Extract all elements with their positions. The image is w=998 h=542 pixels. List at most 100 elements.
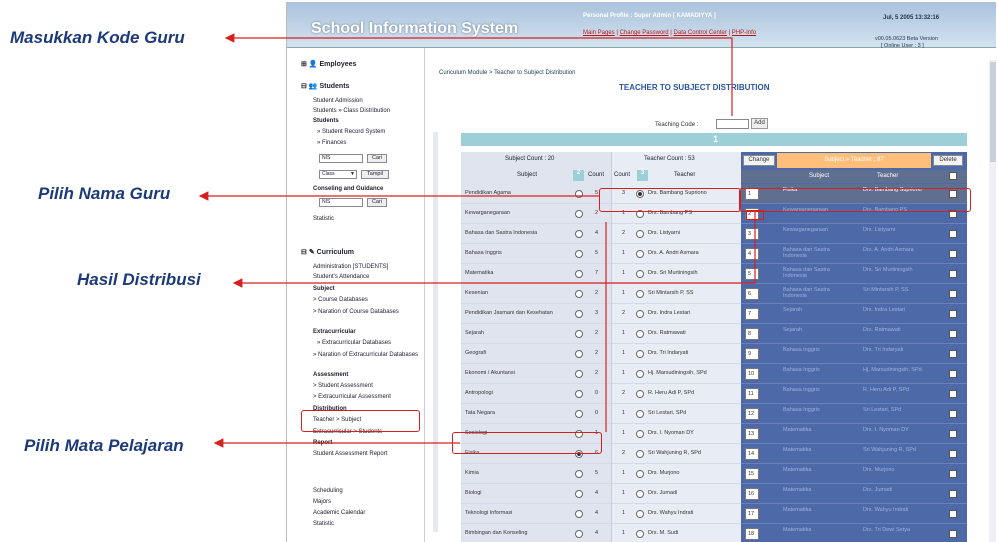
row-checkbox[interactable]	[949, 490, 957, 498]
sidebar-item-finances[interactable]: » Finances	[317, 140, 346, 146]
teacher-row[interactable]: 1 Drs. Sri Murtiningsih	[612, 264, 742, 284]
teacher-radio[interactable]	[636, 270, 644, 278]
sidebar-item-record-system[interactable]: » Student Record System	[317, 129, 385, 135]
teacher-row[interactable]: 1 Drs. A. Andri Asmara	[612, 244, 742, 264]
sidebar-item-statistic[interactable]: Statistic	[313, 216, 334, 222]
teacher-row[interactable]: 2 R. Heru Adi P, SPd	[612, 384, 742, 404]
link-php-info[interactable]: PHP-Info	[732, 30, 756, 36]
sidebar-item-narration-course[interactable]: > Naration of Course Databases	[313, 308, 401, 316]
teacher-row[interactable]: 1 Drs. Wahyu Indrati	[612, 504, 742, 524]
subject-row[interactable]: Matematika 7	[461, 264, 611, 284]
subject-radio[interactable]	[575, 310, 583, 318]
teacher-row[interactable]: 1 Drs. Bambang PS	[612, 204, 742, 224]
teaching-code-input[interactable]	[716, 119, 749, 129]
teacher-radio[interactable]	[636, 490, 644, 498]
subject-row[interactable]: Teknologi Informasi 4	[461, 504, 611, 524]
distribution-row[interactable]: 12 Bahasa Inggris Sri Lestari, SPd	[741, 404, 967, 424]
row-number-input[interactable]: 7	[745, 308, 759, 320]
distribution-row[interactable]: 17 Matematika Drs. Wahyu Indrati	[741, 504, 967, 524]
subject-row[interactable]: Biologi 4	[461, 484, 611, 504]
subject-radio[interactable]	[575, 430, 583, 438]
teacher-radio[interactable]	[636, 210, 644, 218]
teacher-radio[interactable]	[636, 310, 644, 318]
teacher-radio[interactable]	[636, 190, 644, 198]
sidebar-item-extra-databases[interactable]: » Extracurricular Databases	[317, 340, 391, 346]
subject-radio[interactable]	[575, 290, 583, 298]
subject-row[interactable]: Ekonomi / Akuntansi 2	[461, 364, 611, 384]
subject-row[interactable]: Antropologi 0	[461, 384, 611, 404]
subject-radio[interactable]	[575, 270, 583, 278]
subject-radio[interactable]	[575, 530, 583, 538]
row-number-input[interactable]: 14	[745, 448, 759, 460]
sidebar-item-class-distribution[interactable]: Students » Class Distribution	[313, 108, 390, 114]
row-checkbox[interactable]	[949, 450, 957, 458]
subject-row[interactable]: Geografi 2	[461, 344, 611, 364]
sidebar-item-student-admission[interactable]: Student Admission	[313, 98, 363, 104]
row-number-input[interactable]: 10	[745, 368, 759, 380]
sidebar-curriculum[interactable]: ⊟ ✎ Curriculum	[301, 248, 354, 256]
row-number-input[interactable]: 17	[745, 508, 759, 520]
subject-radio[interactable]	[575, 370, 583, 378]
subject-row[interactable]: Fisika 6	[461, 444, 611, 464]
distribution-row[interactable]: 13 Matematika Drs. I. Nyoman DY	[741, 424, 967, 444]
distribution-row[interactable]: 15 Matematika Drs. Murjono	[741, 464, 967, 484]
row-number-input[interactable]: 15	[745, 468, 759, 480]
change-button[interactable]: Change	[743, 155, 775, 166]
subject-row[interactable]: Bahasa dan Sastra Indonesia 4	[461, 224, 611, 244]
distribution-row[interactable]: 4 Bahasa dan Sastra Indonesia Drs. A. Andr…	[741, 244, 967, 264]
sidebar-item-administration[interactable]: Administration [STUDENTS]	[313, 264, 388, 270]
teacher-radio[interactable]	[636, 250, 644, 258]
tampil-button[interactable]: Tampil	[361, 170, 389, 179]
row-checkbox[interactable]	[949, 190, 957, 198]
class-select[interactable]: Class ▼	[319, 170, 357, 179]
teacher-row[interactable]: 1 Sri Lestari, SPd	[612, 404, 742, 424]
distribution-row[interactable]: 9 Bahasa Inggris Drs. Tri Indaryati	[741, 344, 967, 364]
row-checkbox[interactable]	[949, 270, 957, 278]
sidebar-item-extra-students[interactable]: Extracurricular > Students	[313, 429, 382, 435]
subject-row[interactable]: Sosiologi 1	[461, 424, 611, 444]
subject-row[interactable]: Tata Negara 0	[461, 404, 611, 424]
row-number-input[interactable]: 11	[745, 388, 759, 400]
teacher-radio[interactable]	[636, 450, 644, 458]
teacher-row[interactable]: 2 Drs. Indra Lestari	[612, 304, 742, 324]
distribution-row[interactable]: 5 Bahasa dan Sastra Indonesia Drs. Sri Mur…	[741, 264, 967, 284]
cari-button[interactable]: Cari	[367, 154, 387, 163]
link-change-password[interactable]: Change Password	[620, 30, 669, 36]
subject-row[interactable]: Bahasa Inggris 5	[461, 244, 611, 264]
subject-radio[interactable]	[575, 390, 583, 398]
row-number-input[interactable]: 5	[745, 268, 759, 280]
link-data-control-center[interactable]: Data Control Center	[674, 30, 727, 36]
page-scrollbar[interactable]	[989, 60, 996, 542]
distribution-row[interactable]: 7 Sejarah Drs. Indra Lestari	[741, 304, 967, 324]
sidebar-students[interactable]: ⊟ 👥 Students	[301, 82, 349, 90]
subject-radio[interactable]	[575, 190, 583, 198]
teacher-radio[interactable]	[636, 410, 644, 418]
row-checkbox[interactable]	[949, 350, 957, 358]
subject-radio[interactable]	[575, 210, 583, 218]
row-number-input[interactable]: 2	[745, 208, 759, 220]
row-number-input[interactable]: 6	[745, 288, 759, 300]
sidebar-item-assessment-report[interactable]: Student Assessment Report	[313, 451, 387, 457]
row-number-input[interactable]: 13	[745, 428, 759, 440]
sidebar-item-scheduling[interactable]: Scheduling	[313, 488, 343, 494]
distribution-row[interactable]: 10 Bahasa Inggris Hj. Marsudiningsih, SPd	[741, 364, 967, 384]
row-checkbox[interactable]	[949, 250, 957, 258]
select-all-checkbox[interactable]	[949, 172, 957, 180]
teacher-radio[interactable]	[636, 390, 644, 398]
sidebar-item-extra-assessment[interactable]: > Extracurricular Assessment	[313, 394, 391, 400]
sidebar-item-statistic-2[interactable]: Statistic	[313, 521, 334, 527]
teacher-radio[interactable]	[636, 230, 644, 238]
teacher-row[interactable]: 1 Drs. I. Nyoman DY	[612, 424, 742, 444]
teacher-radio[interactable]	[636, 330, 644, 338]
teacher-radio[interactable]	[636, 530, 644, 538]
row-number-input[interactable]: 18	[745, 528, 759, 540]
subject-radio[interactable]	[575, 250, 583, 258]
row-number-input[interactable]: 8	[745, 328, 759, 340]
subject-row[interactable]: Kesenian 2	[461, 284, 611, 304]
row-checkbox[interactable]	[949, 470, 957, 478]
row-number-input[interactable]: 3	[745, 228, 759, 240]
subject-row[interactable]: Pendidikan Jasmani dan Kesehatan 3	[461, 304, 611, 324]
teacher-row[interactable]: 1 Sri Mintarsih P, SS	[612, 284, 742, 304]
row-checkbox[interactable]	[949, 290, 957, 298]
row-checkbox[interactable]	[949, 390, 957, 398]
